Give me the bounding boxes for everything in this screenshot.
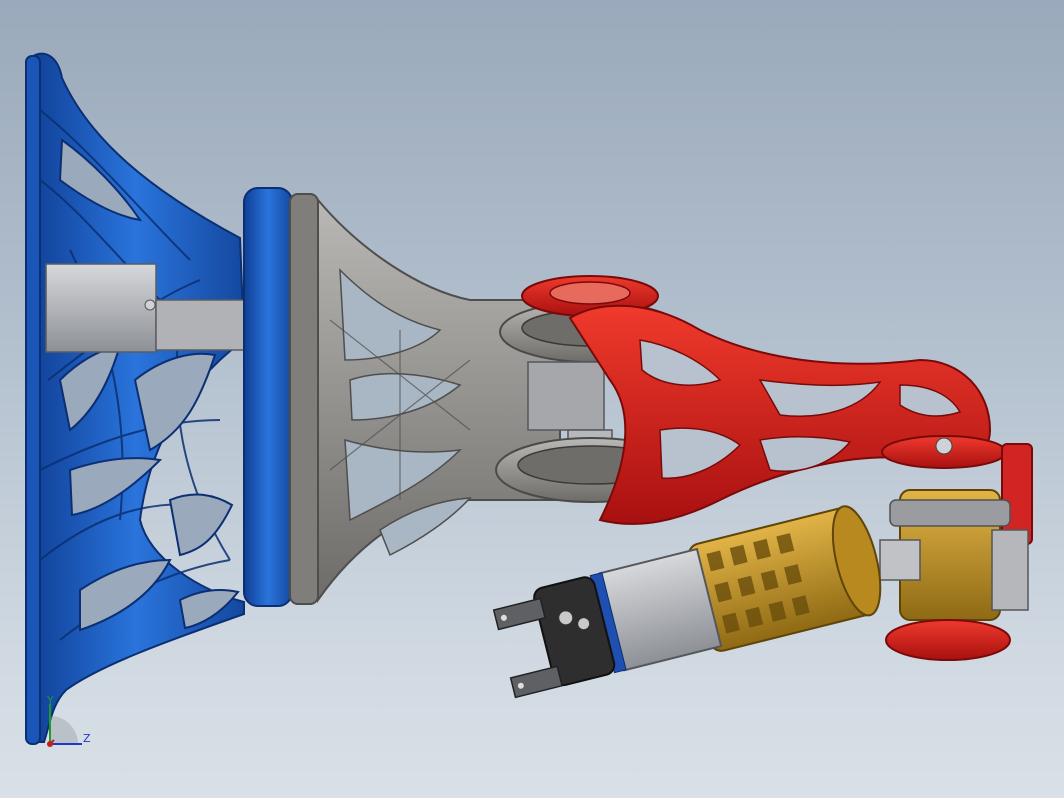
coordinate-triad: Y Z	[38, 692, 98, 752]
wrist-motor-assembly[interactable]	[490, 502, 890, 704]
blue-lattice-base[interactable]	[25, 52, 246, 745]
gray-upper-link[interactable]	[317, 197, 561, 604]
triad-y-label: Y	[47, 694, 54, 707]
gold-wrist-joint[interactable]	[879, 489, 1029, 661]
blue-shoulder-disk[interactable]	[243, 187, 319, 607]
cad-viewport[interactable]: Y Z	[0, 0, 1064, 798]
triad-z-label: Z	[83, 732, 91, 745]
robot-arm-model[interactable]	[0, 0, 1064, 798]
